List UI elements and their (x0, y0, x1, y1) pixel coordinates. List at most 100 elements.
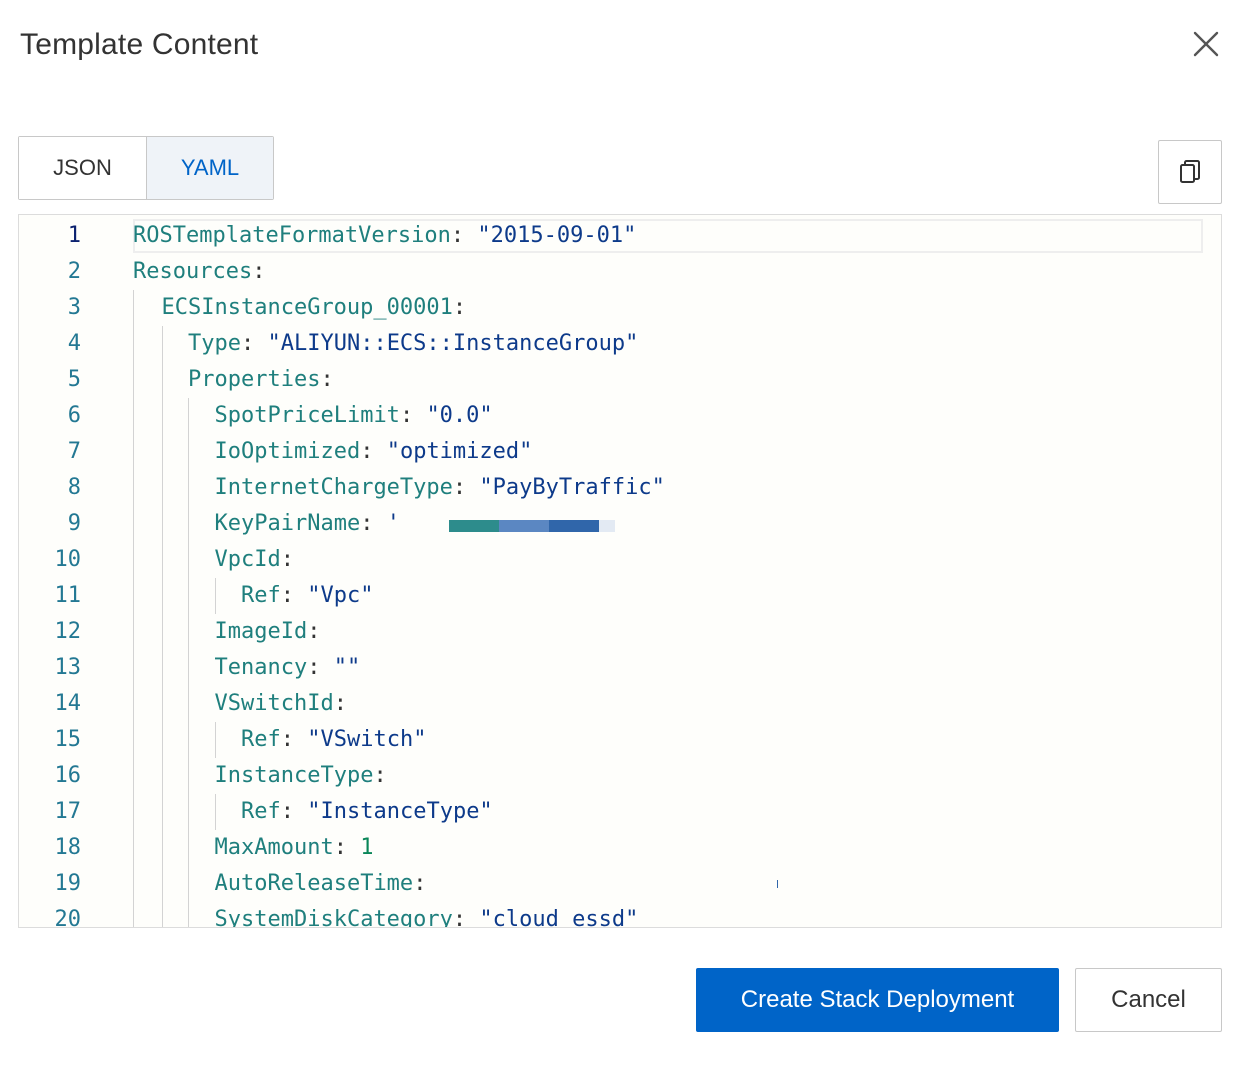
redaction-mark (449, 520, 499, 532)
code-line: KeyPairName: ' (215, 506, 400, 542)
yaml-separator: : (399, 403, 427, 428)
code-line: VpcId: (215, 542, 294, 578)
yaml-value: "ALIYUN::ECS::InstanceGroup" (267, 331, 639, 356)
yaml-separator: : (240, 331, 268, 356)
line-number-gutter: 1 2 3 4 5 6 7 8 9 10 11 12 13 14 15 16 17 18 19 20 (19, 215, 131, 927)
yaml-separator: : (280, 583, 308, 608)
line-number: 7 (67, 439, 81, 464)
redaction-mark (499, 520, 549, 532)
yaml-key: ROSTemplateFormatVersion (133, 223, 451, 248)
code-line: Properties: (188, 362, 334, 398)
code-line: ImageId: (215, 614, 321, 650)
yaml-separator: : (360, 439, 387, 464)
line-number: 15 (54, 727, 82, 752)
yaml-key: Properties (188, 367, 321, 392)
line-number: 2 (67, 259, 81, 284)
yaml-value: "cloud_essd" (479, 907, 639, 928)
line-number: 6 (67, 403, 81, 428)
yaml-separator: : (320, 367, 334, 392)
line-number: 16 (54, 763, 82, 788)
line-number: 12 (54, 619, 82, 644)
yaml-key: VpcId (214, 547, 281, 572)
close-button[interactable] (1188, 26, 1224, 62)
yaml-separator: : (280, 727, 308, 752)
yaml-value: "2015-09-01" (477, 223, 637, 248)
yaml-separator: : (307, 619, 321, 644)
yaml-separator: : (452, 295, 467, 320)
code-line: Resources: (133, 254, 265, 290)
yaml-value: "VSwitch" (307, 727, 427, 752)
line-number: 11 (54, 583, 82, 608)
code-line: AutoReleaseTime: (215, 866, 427, 902)
yaml-key: Ref (241, 583, 281, 608)
create-stack-deployment-button[interactable]: Create Stack Deployment (696, 968, 1059, 1032)
yaml-separator: : (452, 907, 480, 928)
indent-guide (133, 290, 134, 927)
redaction-mark (549, 520, 599, 532)
yaml-separator: : (360, 511, 387, 536)
yaml-separator: : (252, 259, 266, 284)
copy-icon (1180, 160, 1200, 183)
tab-yaml[interactable]: YAML (146, 137, 273, 199)
yaml-key: KeyPairName (214, 511, 361, 536)
yaml-key: InternetChargeType (214, 475, 453, 500)
yaml-value: "Vpc" (307, 583, 374, 608)
yaml-value: "PayByTraffic" (479, 475, 665, 500)
code-line: SpotPriceLimit: "0.0" (215, 398, 493, 434)
tab-json[interactable]: JSON (19, 137, 146, 199)
code-line: MaxAmount: 1 (215, 830, 374, 866)
code-line: SystemDiskCategory: "cloud_essd" (215, 902, 639, 928)
line-number: 19 (54, 871, 82, 896)
yaml-value: "" (333, 655, 361, 680)
yaml-key: Resources (133, 259, 253, 284)
yaml-separator: : (413, 871, 427, 896)
format-tabs: JSON YAML (18, 136, 274, 200)
line-number: 9 (67, 511, 81, 536)
code-area[interactable]: ROSTemplateFormatVersion: "2015-09-01" Re… (131, 215, 1221, 927)
code-editor[interactable]: 1 2 3 4 5 6 7 8 9 10 11 12 13 14 15 16 17 18 19 20 ROSTempl… (18, 214, 1222, 928)
yaml-separator: : (373, 763, 387, 788)
yaml-separator: : (333, 691, 347, 716)
code-line: InstanceType: (215, 758, 387, 794)
indent-guide (214, 578, 216, 614)
code-line: Ref: "InstanceType" (241, 794, 493, 830)
code-line: Ref: "VSwitch" (241, 722, 426, 758)
line-number: 17 (54, 799, 82, 824)
line-number: 5 (67, 367, 81, 392)
copy-button[interactable] (1158, 140, 1222, 204)
code-line: Type: "ALIYUN::ECS::InstanceGroup" (188, 326, 638, 362)
code-line: ROSTemplateFormatVersion: "2015-09-01" (133, 218, 636, 254)
indent-guide (214, 794, 216, 830)
yaml-key: Ref (241, 727, 281, 752)
yaml-value: "optimized" (386, 439, 533, 464)
yaml-separator: : (333, 835, 361, 860)
line-number: 20 (54, 907, 82, 928)
yaml-separator: : (280, 799, 308, 824)
yaml-key: IoOptimized (214, 439, 361, 464)
line-number: 18 (54, 835, 82, 860)
line-number: 4 (67, 331, 81, 356)
code-line: Ref: "Vpc" (241, 578, 373, 614)
close-icon (1193, 31, 1219, 57)
yaml-separator: : (450, 223, 478, 248)
yaml-separator: : (452, 475, 480, 500)
line-number: 10 (54, 547, 82, 572)
indent-guide (188, 398, 189, 927)
yaml-separator: : (307, 655, 334, 680)
yaml-key: MaxAmount (214, 835, 334, 860)
yaml-key: Tenancy (214, 655, 308, 680)
line-number: 14 (54, 691, 82, 716)
yaml-key: ImageId (214, 619, 308, 644)
line-number: 8 (67, 475, 81, 500)
code-line: InternetChargeType: "PayByTraffic" (215, 470, 665, 506)
yaml-key: VSwitchId (214, 691, 334, 716)
line-number: 3 (67, 295, 81, 320)
dialog-title: Template Content (20, 28, 259, 61)
yaml-key: Ref (241, 799, 281, 824)
code-line: Tenancy: "" (215, 650, 361, 686)
yaml-key: Type (188, 331, 241, 356)
yaml-key: AutoReleaseTime (214, 871, 414, 896)
cancel-button[interactable]: Cancel (1075, 968, 1222, 1032)
redaction-mark (777, 880, 778, 888)
redaction-mark (599, 520, 615, 532)
